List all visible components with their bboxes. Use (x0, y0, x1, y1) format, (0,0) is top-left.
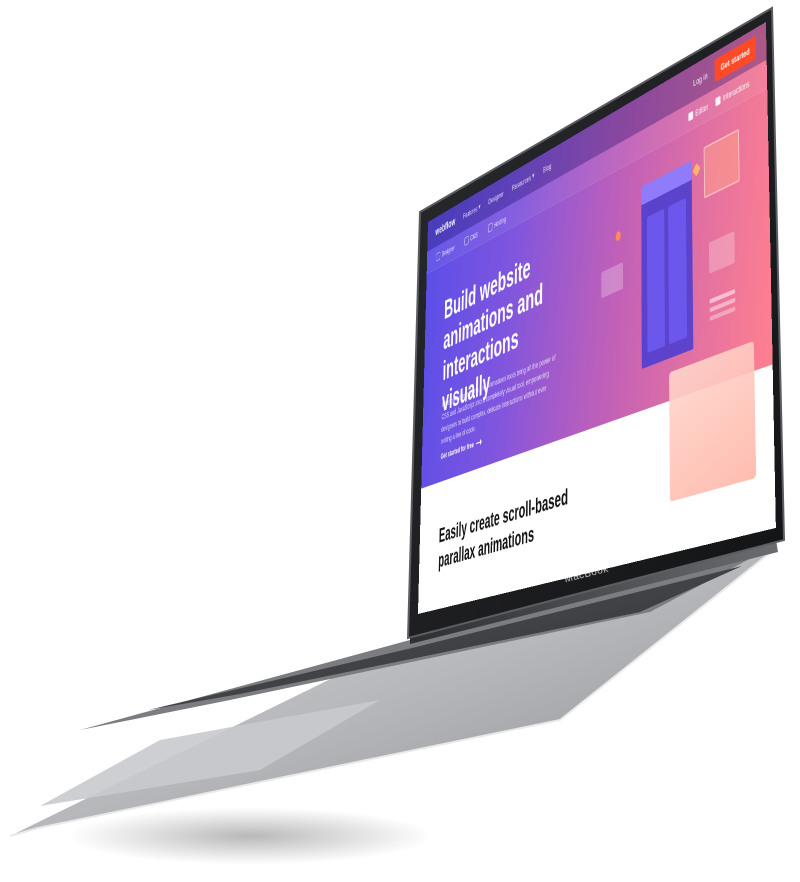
editor-icon (688, 110, 694, 122)
arrow-right-icon (476, 440, 482, 444)
login-link[interactable]: Log in (693, 70, 707, 88)
illus-inner-panel (647, 208, 665, 353)
nav-item-designer[interactable]: Designer (488, 188, 503, 206)
subnav-item-designer[interactable]: Designer (436, 243, 455, 262)
chevron-down-icon: ▾ (532, 170, 535, 181)
subnav-item-editor[interactable]: Editor (688, 102, 708, 123)
chevron-down-icon: ▾ (478, 201, 481, 212)
cms-icon (464, 235, 469, 246)
designer-icon (436, 251, 441, 262)
illus-orange-dot (615, 230, 621, 242)
illus-star (692, 162, 701, 177)
interactions-icon (715, 95, 721, 107)
hosting-icon (488, 222, 493, 233)
nav-item-features[interactable]: Features ▾ (463, 202, 481, 221)
subnav-item-cms[interactable]: CMS (464, 231, 478, 246)
subnav-item-hosting[interactable]: Hosting (488, 215, 506, 233)
nav-item-resources[interactable]: Resources ▾ (512, 170, 534, 192)
illus-right-card-2 (708, 231, 735, 274)
illus-right-card (703, 128, 740, 199)
illus-inner-panel-2 (668, 197, 688, 345)
illus-lines (709, 288, 736, 304)
nav-item-blog[interactable]: Blog (543, 161, 551, 175)
site-logo[interactable]: webflow (435, 215, 455, 238)
feature-title: Easily create scroll-based parallax anim… (438, 483, 569, 573)
illus-left-card (601, 262, 623, 299)
